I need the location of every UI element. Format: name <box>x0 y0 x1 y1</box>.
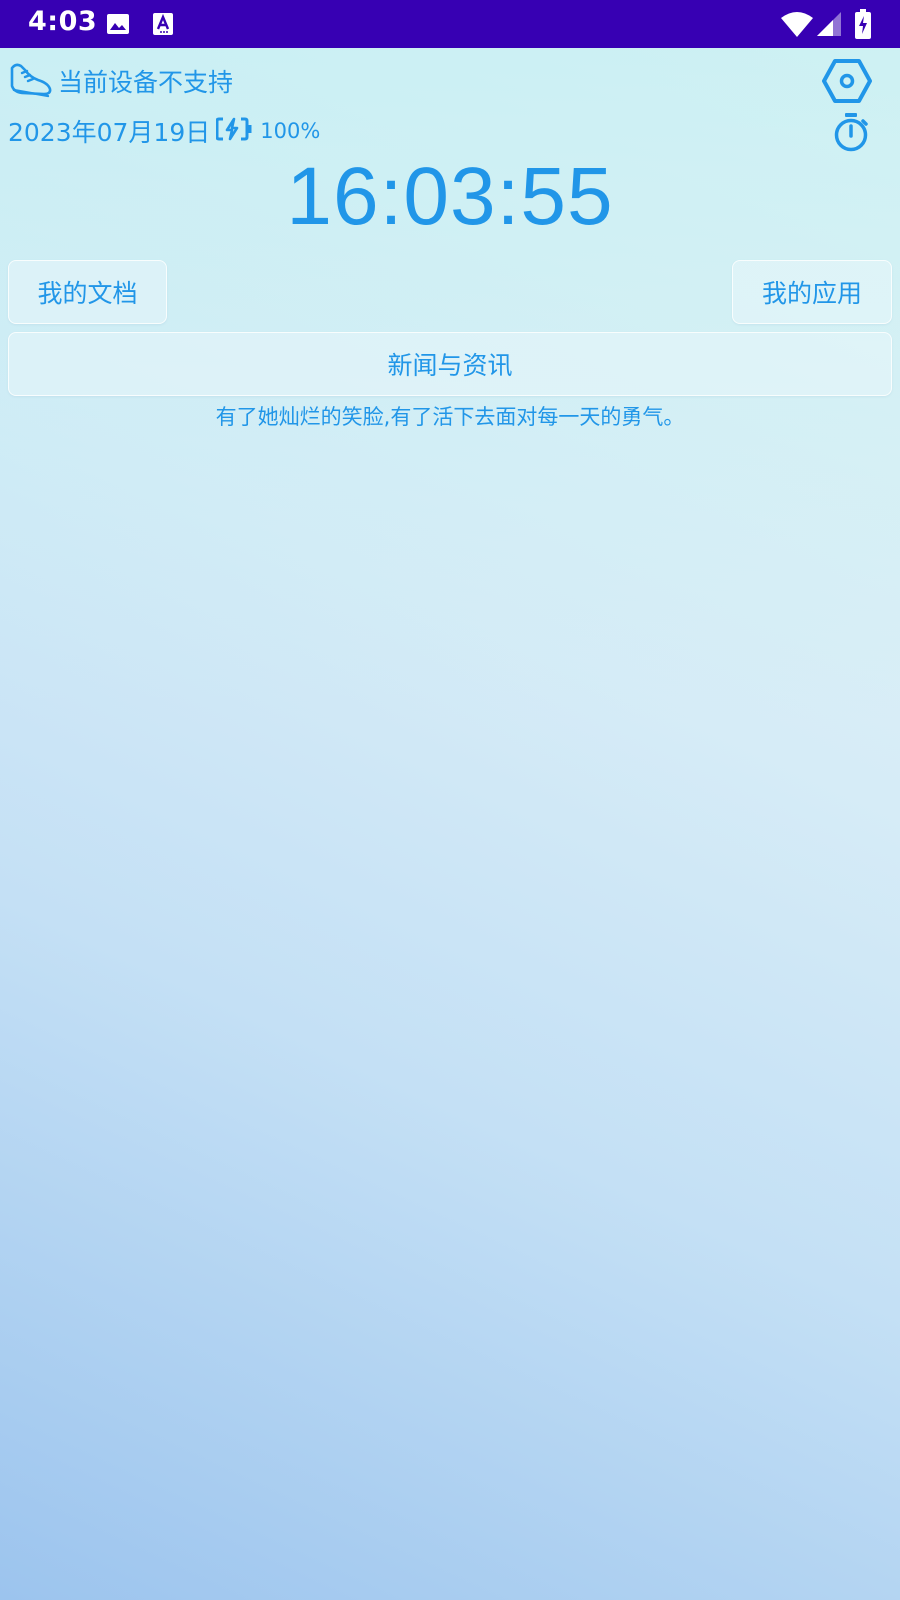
status-time: 4:03 <box>28 6 98 37</box>
date-text: 2023年07月19日 <box>8 118 211 147</box>
my-apps-button[interactable]: 我的应用 <box>732 260 892 324</box>
settings-hexagon-icon <box>822 59 872 103</box>
step-status-label: 当前设备不支持 <box>58 68 234 97</box>
daily-quote: 有了她灿烂的笑脸,有了活下去面对每一天的勇气。 <box>215 405 685 429</box>
battery-charging-icon <box>855 9 871 39</box>
date-row: 2023年07月19日 100% <box>8 112 320 150</box>
news-button[interactable]: 新闻与资讯 <box>8 332 892 396</box>
timer-button[interactable] <box>832 112 870 152</box>
settings-button[interactable] <box>822 58 872 104</box>
wifi-icon <box>780 10 814 38</box>
text-a-icon <box>152 12 174 36</box>
battery-percent: 100% <box>260 119 321 143</box>
image-icon <box>106 12 130 36</box>
digital-clock: 16:03:55 <box>286 151 614 242</box>
shoe-icon <box>8 58 54 104</box>
battery-charging-icon <box>215 117 252 145</box>
step-row: 当前设备不支持 <box>8 60 233 102</box>
stopwatch-icon <box>834 113 868 152</box>
signal-icon <box>817 12 841 36</box>
status-bar: 4:03 <box>0 0 900 48</box>
my-documents-button[interactable]: 我的文档 <box>8 260 167 324</box>
